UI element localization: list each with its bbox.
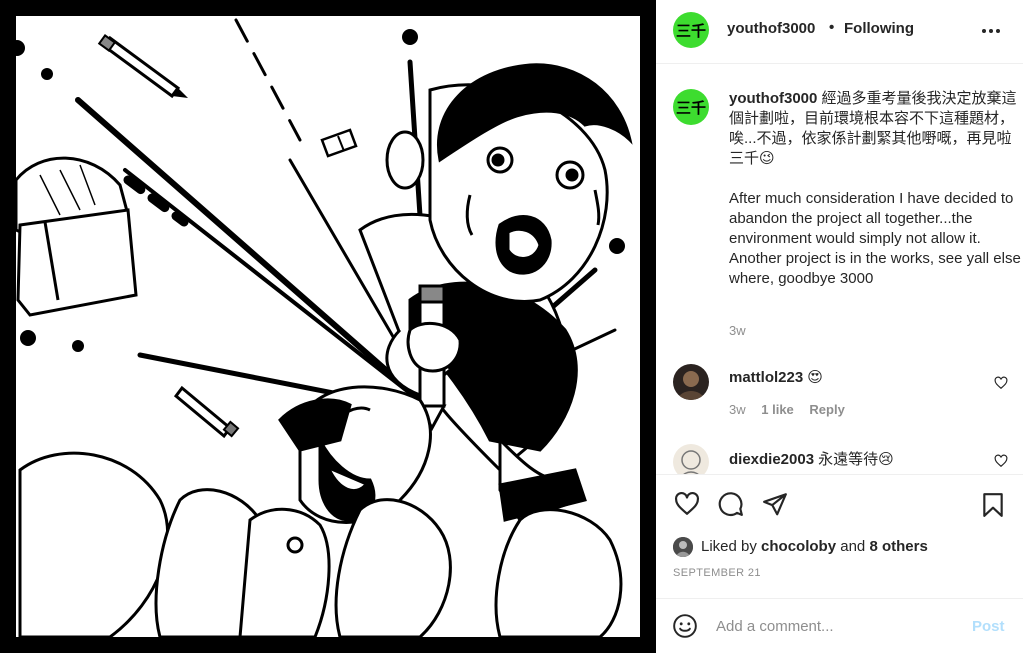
caption-avatar[interactable]: 三千 (673, 89, 709, 125)
post-date[interactable]: SEPTEMBER 21 (673, 567, 761, 579)
caption-body: youthof3000 經過多重考量後我決定放棄這個計劃啦，目前環境根本容不下這… (729, 89, 1021, 289)
comment-body: 永遠等待😢 (818, 451, 894, 468)
likes-and: and (840, 538, 866, 555)
bookmark-icon[interactable] (980, 491, 1006, 519)
liker-avatar[interactable] (673, 537, 693, 557)
avatar-photo (673, 364, 709, 400)
liker-username[interactable]: chocoloby (761, 538, 836, 555)
comment-text: mattlol223 😍 (729, 368, 823, 386)
comment-age[interactable]: 3w (729, 402, 746, 417)
logo-text: 三千 (676, 99, 706, 117)
comment-likes[interactable]: 1 like (761, 402, 794, 417)
caption-text-en: After much consideration I have decided … (729, 190, 1021, 287)
post-header: 三千 youthof3000 • Following (656, 0, 1023, 64)
likes-text: Liked by chocoloby and 8 others (701, 538, 928, 555)
comment-body: 😍 (807, 369, 823, 386)
logo-icon: 三千 (676, 99, 706, 117)
logo-text: 三千 (676, 22, 706, 40)
heart-icon[interactable] (994, 376, 1008, 390)
post-image[interactable] (0, 0, 656, 653)
illustration (9, 16, 640, 639)
heart-icon[interactable] (674, 491, 700, 517)
post-actions: Liked by chocoloby and 8 others SEPTEMBE… (656, 474, 1023, 598)
likes-prefix: Liked by (701, 538, 757, 555)
comment-item: mattlol223 😍 3w 1 like Reply (673, 364, 1018, 424)
emoji-icon[interactable] (672, 613, 698, 639)
author-username[interactable]: youthof3000 (727, 20, 815, 37)
commenter-avatar[interactable] (673, 444, 709, 474)
likes-others[interactable]: 8 others (869, 538, 927, 555)
avatar-photo (673, 537, 693, 557)
more-options-icon[interactable] (982, 22, 1002, 40)
author-avatar[interactable]: 三千 (673, 12, 709, 48)
share-icon[interactable] (762, 491, 788, 517)
comment-item: diexdie2003 永遠等待😢 (673, 444, 1018, 474)
add-comment-bar: Post (656, 598, 1023, 653)
comment-icon[interactable] (718, 491, 744, 517)
commenter-avatar[interactable] (673, 364, 709, 400)
following-button[interactable]: Following (844, 20, 914, 37)
comment-text: diexdie2003 永遠等待😢 (729, 448, 894, 469)
comment-meta: 3w 1 like Reply (729, 402, 857, 417)
logo-icon: 三千 (676, 22, 706, 40)
post-sidebar: 三千 youthof3000 • Following 三千 youthof300… (656, 0, 1023, 653)
comment-username[interactable]: diexdie2003 (729, 451, 814, 468)
caption-username[interactable]: youthof3000 (729, 90, 817, 107)
comments-section[interactable]: 三千 youthof3000 經過多重考量後我決定放棄這個計劃啦，目前環境根本容… (656, 65, 1023, 474)
reply-button[interactable]: Reply (809, 402, 844, 417)
book-drawing (14, 156, 138, 317)
comment-username[interactable]: mattlol223 (729, 369, 803, 386)
comment-input[interactable] (716, 613, 956, 639)
post-button[interactable]: Post (972, 618, 1005, 635)
heart-icon[interactable] (994, 454, 1008, 468)
avatar-photo (673, 444, 709, 474)
caption-age[interactable]: 3w (729, 323, 746, 338)
header-separator: • (829, 19, 835, 36)
